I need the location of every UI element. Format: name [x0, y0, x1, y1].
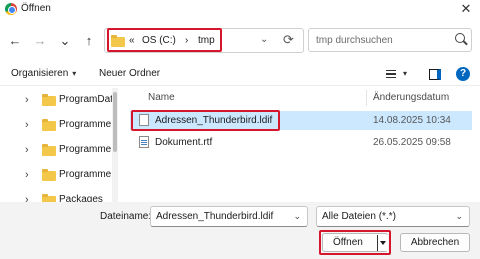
filename-label: Dateiname: — [100, 211, 152, 222]
caret-down-icon: ▾ — [72, 69, 77, 78]
search-input[interactable]: tmp durchsuchen — [308, 28, 472, 52]
file-modified: 14.08.2025 10:34 — [373, 115, 451, 126]
cancel-button[interactable]: Abbrechen — [400, 233, 470, 252]
column-divider[interactable] — [366, 90, 367, 106]
file-highlight-box — [131, 110, 280, 131]
file-list: Name Änderungsdatum Adressen_Thunderbird… — [122, 88, 480, 202]
sidebar-item-programdata[interactable]: › ProgramData — [0, 88, 118, 114]
address-highlight-box — [107, 28, 222, 52]
file-name: Dokument.rtf — [155, 137, 213, 148]
open-highlight-box — [319, 230, 391, 255]
command-toolbar: Organisieren ▾ Neuer Ordner ▾ ? — [0, 62, 480, 86]
search-placeholder: tmp durchsuchen — [316, 35, 393, 46]
caret-down-icon[interactable]: ▾ — [403, 69, 407, 78]
chevron-right-icon[interactable]: › — [25, 94, 29, 106]
preview-pane-icon[interactable] — [429, 69, 441, 80]
column-header-modified[interactable]: Änderungsdatum — [373, 92, 449, 103]
folder-icon — [42, 169, 56, 181]
sidebar-item-label: ProgramData — [59, 94, 118, 105]
back-button[interactable]: ← — [7, 33, 23, 49]
folder-icon — [42, 144, 56, 156]
chevron-right-icon[interactable]: › — [25, 194, 29, 202]
chevron-right-icon[interactable]: › — [25, 144, 29, 156]
sidebar-item-packages[interactable]: › Packages — [0, 188, 118, 202]
chevron-down-icon: ⌄ — [455, 211, 463, 221]
file-row[interactable]: Dokument.rtf 26.05.2025 09:58 — [130, 133, 472, 152]
navigation-pane: › ProgramData › Programme › Programme › … — [0, 88, 118, 202]
help-icon[interactable]: ? — [456, 67, 470, 81]
sidebar-item-programme-3[interactable]: › Programme — [0, 163, 118, 189]
file-modified: 26.05.2025 09:58 — [373, 137, 451, 148]
folder-icon — [42, 94, 56, 106]
document-icon — [139, 136, 149, 148]
organize-label: Organisieren — [11, 68, 69, 79]
filetype-value: Alle Dateien (*.*) — [322, 211, 396, 222]
filetype-select[interactable]: Alle Dateien (*.*) ⌄ — [316, 206, 470, 227]
refresh-icon[interactable]: ⟳ — [283, 32, 294, 48]
sidebar-item-label: Packages — [59, 194, 103, 202]
column-header-name[interactable]: Name — [148, 92, 175, 103]
new-folder-button[interactable]: Neuer Ordner — [99, 68, 160, 79]
window-title: Öffnen — [21, 3, 51, 14]
up-button[interactable]: ↑ — [81, 33, 97, 49]
chrome-icon — [5, 3, 17, 15]
chevron-right-icon[interactable]: › — [25, 169, 29, 181]
filename-value: Adressen_Thunderbird.ldif — [156, 211, 274, 222]
chevron-down-icon[interactable]: ⌄ — [293, 211, 301, 222]
sidebar-item-programme[interactable]: › Programme — [0, 113, 118, 139]
chevron-right-icon[interactable]: › — [25, 119, 29, 131]
view-options-icon[interactable] — [386, 70, 396, 78]
filename-input[interactable]: Adressen_Thunderbird.ldif ⌄ — [150, 206, 308, 227]
close-button[interactable]: ✕ — [458, 1, 474, 17]
search-icon — [455, 33, 465, 43]
sidebar-item-programme-2[interactable]: › Programme — [0, 138, 118, 164]
sidebar-item-label: Programme — [59, 169, 112, 180]
folder-icon — [42, 119, 56, 131]
sidebar-item-label: Programme — [59, 144, 112, 155]
forward-button[interactable]: → — [32, 33, 48, 49]
sidebar-scrollbar-thumb[interactable] — [113, 92, 117, 152]
organize-button[interactable]: Organisieren ▾ — [11, 68, 76, 79]
chevron-down-icon[interactable]: ⌄ — [260, 34, 268, 45]
sidebar-item-label: Programme — [59, 119, 112, 130]
recent-locations-button[interactable]: ⌄ — [57, 33, 73, 49]
title-bar: Öffnen ✕ — [0, 0, 480, 20]
